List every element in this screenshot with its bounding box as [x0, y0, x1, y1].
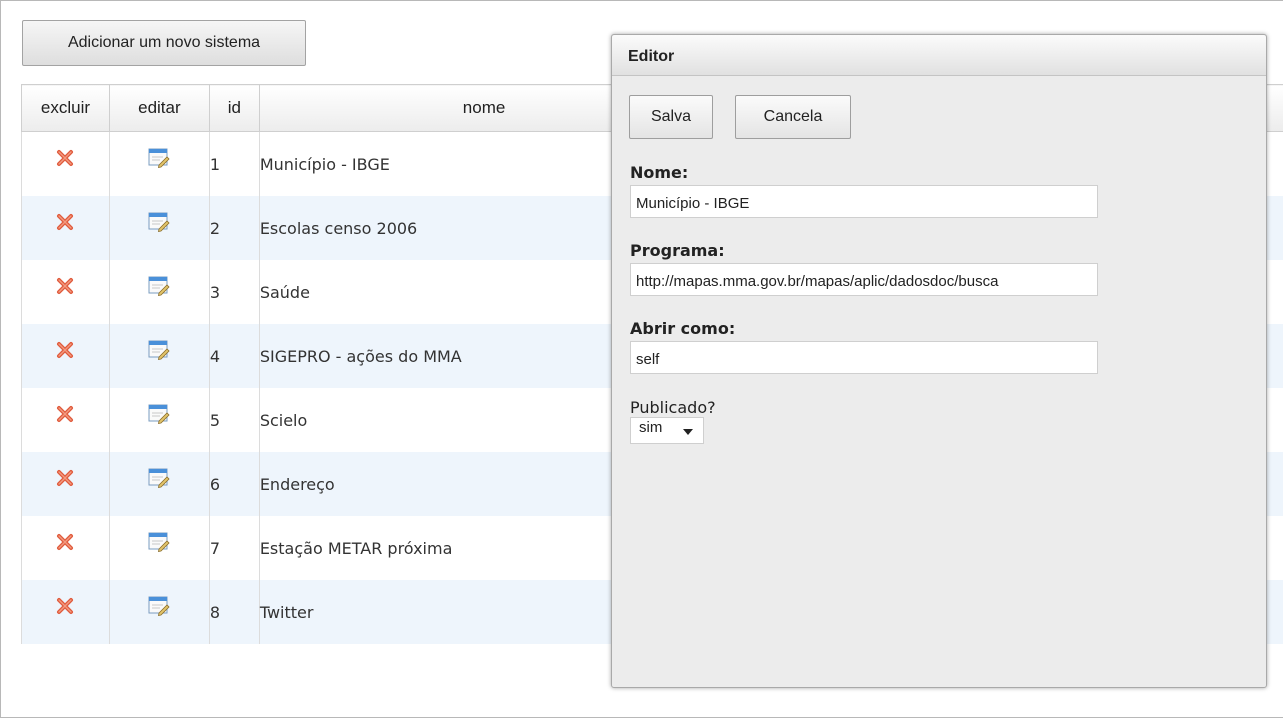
id-cell: 3 [208, 260, 260, 324]
publicado-select-value: sim [639, 419, 663, 436]
editar-cell [108, 388, 210, 452]
edit-form-icon[interactable] [148, 532, 170, 556]
editar-cell [108, 516, 210, 580]
excluir-cell [21, 452, 110, 516]
id-cell: 7 [208, 516, 260, 580]
programa-label: Programa: [630, 241, 725, 260]
edit-form-icon[interactable] [148, 468, 170, 492]
excluir-cell [21, 131, 110, 196]
x-delete-icon[interactable] [56, 597, 74, 619]
header-id[interactable]: id [208, 84, 260, 132]
x-delete-icon[interactable] [56, 533, 74, 555]
page-frame: Adicionar um novo sistema excluir editar… [0, 0, 1283, 718]
id-cell: 6 [208, 452, 260, 516]
abrir-como-label: Abrir como: [630, 319, 736, 338]
excluir-cell [21, 260, 110, 324]
chevron-down-icon [683, 429, 693, 435]
edit-form-icon[interactable] [148, 340, 170, 364]
editor-title[interactable]: Editor [612, 35, 1266, 76]
x-delete-icon[interactable] [56, 341, 74, 363]
publicado-select[interactable]: sim [630, 417, 704, 444]
add-system-button[interactable]: Adicionar um novo sistema [22, 20, 306, 66]
publicado-label: Publicado? [630, 398, 716, 417]
programa-field[interactable] [630, 263, 1098, 296]
id-cell: 1 [208, 131, 260, 196]
editor-dialog: Editor Salva Cancela Nome: Programa: Abr… [611, 34, 1267, 688]
nome-label: Nome: [630, 163, 689, 182]
x-delete-icon[interactable] [56, 213, 74, 235]
x-delete-icon[interactable] [56, 469, 74, 491]
id-cell: 5 [208, 388, 260, 452]
edit-form-icon[interactable] [148, 596, 170, 620]
excluir-cell [21, 196, 110, 260]
header-excluir[interactable]: excluir [21, 84, 110, 132]
editar-cell [108, 324, 210, 388]
cancel-button[interactable]: Cancela [735, 95, 851, 139]
edit-form-icon[interactable] [148, 212, 170, 236]
editar-cell [108, 131, 210, 196]
excluir-cell [21, 516, 110, 580]
editar-cell [108, 196, 210, 260]
nome-field[interactable] [630, 185, 1098, 218]
abrir-como-field[interactable] [630, 341, 1098, 374]
excluir-cell [21, 580, 110, 644]
id-cell: 4 [208, 324, 260, 388]
edit-form-icon[interactable] [148, 148, 170, 172]
excluir-cell [21, 388, 110, 452]
id-cell: 8 [208, 580, 260, 644]
x-delete-icon[interactable] [56, 277, 74, 299]
save-button[interactable]: Salva [629, 95, 713, 139]
id-cell: 2 [208, 196, 260, 260]
edit-form-icon[interactable] [148, 276, 170, 300]
edit-form-icon[interactable] [148, 404, 170, 428]
editar-cell [108, 452, 210, 516]
excluir-cell [21, 324, 110, 388]
x-delete-icon[interactable] [56, 405, 74, 427]
header-editar[interactable]: editar [108, 84, 210, 132]
editar-cell [108, 260, 210, 324]
x-delete-icon[interactable] [56, 149, 74, 171]
editar-cell [108, 580, 210, 644]
